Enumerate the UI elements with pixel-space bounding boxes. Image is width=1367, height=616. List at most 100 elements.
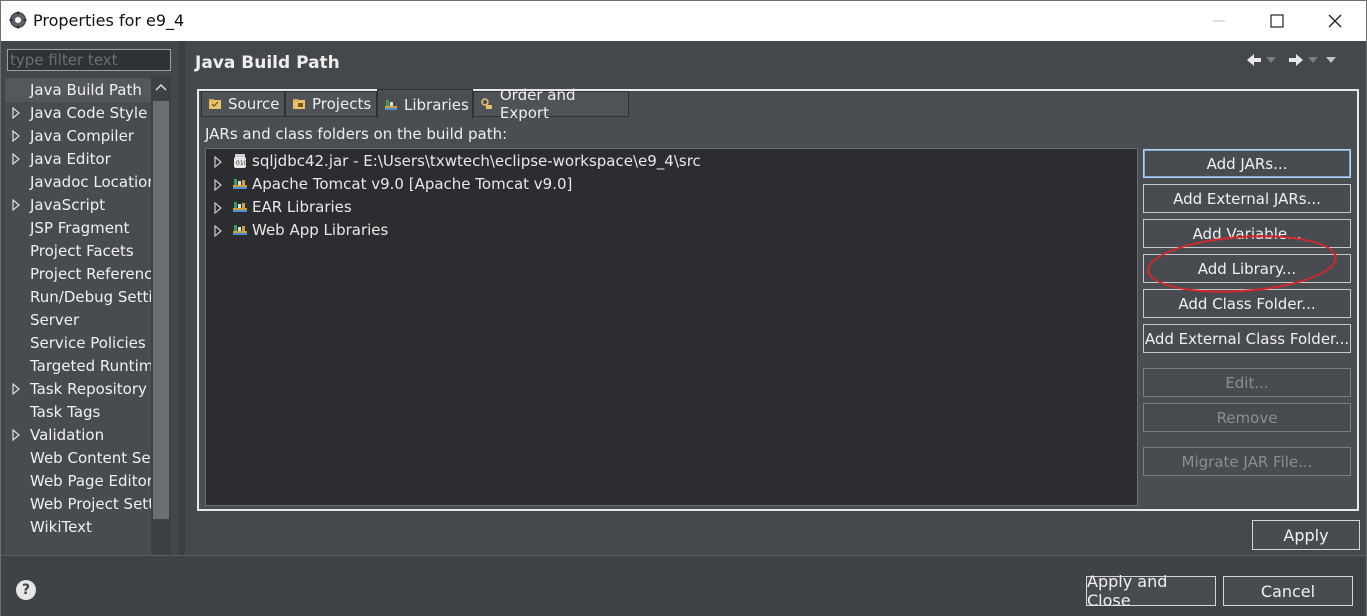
sidebar-item[interactable]: Web Page Editor <box>5 470 151 493</box>
add-external-class-folder-button[interactable]: Add External Class Folder... <box>1143 324 1351 353</box>
scroll-thumb[interactable] <box>153 101 169 519</box>
library-label: sqljdbc42.jar - E:\Users\txwtech\eclipse… <box>252 152 701 170</box>
gear-app-icon <box>9 11 27 29</box>
library-icon <box>233 179 247 189</box>
maximize-button[interactable] <box>1248 1 1306 41</box>
minimize-button[interactable] <box>1190 1 1248 41</box>
expand-arrow-icon[interactable] <box>12 130 20 142</box>
sidebar-item[interactable]: Server <box>5 309 151 332</box>
close-icon <box>1328 14 1342 28</box>
build-path-library-tree[interactable]: 010 sqljdbc42.jar - E:\Users\txwtech\ecli… <box>205 148 1138 506</box>
sidebar-item-label: Server <box>30 311 80 329</box>
remove-button[interactable]: Remove <box>1143 403 1351 432</box>
dropdown-arrow-icon[interactable] <box>1308 57 1318 63</box>
add-jars-button[interactable]: Add JARs... <box>1143 149 1351 178</box>
sidebar-item[interactable]: Project References <box>5 263 151 286</box>
cancel-button[interactable]: Cancel <box>1223 576 1353 606</box>
dropdown-arrow-icon[interactable] <box>1266 57 1276 63</box>
library-row[interactable]: EAR Libraries <box>206 196 1136 219</box>
filter-input[interactable]: type filter text <box>7 49 171 71</box>
add-variable-button[interactable]: Add Variable... <box>1143 219 1351 248</box>
sidebar-item-label: Web Project Settings <box>30 495 151 513</box>
properties-dialog: Properties for e9_4 type filter text Jav… <box>0 0 1367 616</box>
back-arrow-icon[interactable] <box>1246 53 1262 67</box>
sidebar-item[interactable]: Task Repository <box>5 378 151 401</box>
sidebar-item[interactable]: Validation <box>5 424 151 447</box>
close-button[interactable] <box>1306 1 1364 41</box>
window-title: Properties for e9_4 <box>33 11 185 30</box>
tab-libraries[interactable]: Libraries <box>377 89 473 119</box>
sidebar-item[interactable]: Java Build Path <box>5 79 151 102</box>
chevron-up-icon[interactable] <box>155 83 167 91</box>
preference-sidebar: type filter text Java Build Path Java Cod… <box>1 41 179 593</box>
source-folder-icon <box>209 99 221 109</box>
maximize-icon <box>1270 14 1284 28</box>
projects-icon <box>293 99 305 109</box>
sidebar-item-label: Targeted Runtimes <box>30 357 151 375</box>
tab-source[interactable]: Source <box>201 91 285 117</box>
expand-arrow-icon[interactable] <box>12 199 20 211</box>
help-icon[interactable]: ? <box>16 580 36 600</box>
sidebar-item[interactable]: Run/Debug Settings <box>5 286 151 309</box>
sidebar-item-label: Task Tags <box>30 403 101 421</box>
expand-arrow-icon[interactable] <box>12 383 20 395</box>
libraries-icon <box>385 99 397 110</box>
library-label: Web App Libraries <box>252 221 389 239</box>
sidebar-item[interactable]: Project Facets <box>5 240 151 263</box>
sidebar-item-label: Project References <box>30 265 151 283</box>
apply-and-close-button[interactable]: Apply and Close <box>1086 572 1216 610</box>
jar-icon: 010 <box>234 154 248 168</box>
edit-button[interactable]: Edit... <box>1143 368 1351 397</box>
add-external-jars-button[interactable]: Add External JARs... <box>1143 184 1351 213</box>
sidebar-item-label: Java Build Path <box>30 81 142 99</box>
add-library-button[interactable]: Add Library... <box>1143 254 1351 283</box>
title-bar: Properties for e9_4 <box>1 1 1366 41</box>
sidebar-item[interactable]: WikiText <box>5 516 151 539</box>
tab-label: Libraries <box>404 95 469 114</box>
migrate-jar-button[interactable]: Migrate JAR File... <box>1143 447 1351 476</box>
libraries-caption: JARs and class folders on the build path… <box>205 125 508 143</box>
sidebar-item[interactable]: Targeted Runtimes <box>5 355 151 378</box>
history-navigation <box>1246 53 1356 69</box>
library-row[interactable]: Apache Tomcat v9.0 [Apache Tomcat v9.0] <box>206 173 1136 196</box>
order-export-icon <box>481 98 492 109</box>
library-icon <box>233 202 247 212</box>
add-class-folder-button[interactable]: Add Class Folder... <box>1143 289 1351 318</box>
sidebar-item[interactable]: Javadoc Location <box>5 171 151 194</box>
preference-tree: Java Build Path Java Code Style Java Compi… <box>5 77 151 573</box>
expand-arrow-icon[interactable] <box>214 225 222 237</box>
expand-arrow-icon[interactable] <box>214 202 222 214</box>
expand-arrow-icon[interactable] <box>12 107 20 119</box>
view-menu-icon[interactable] <box>1326 57 1336 63</box>
library-row[interactable]: Web App Libraries <box>206 219 1136 242</box>
tab-label: Order and Export <box>499 86 576 122</box>
tab-projects[interactable]: Projects <box>285 91 377 117</box>
expand-arrow-icon[interactable] <box>214 179 222 191</box>
sidebar-item[interactable]: JavaScript <box>5 194 151 217</box>
expand-arrow-icon[interactable] <box>12 153 20 165</box>
sidebar-item[interactable]: Java Editor <box>5 148 151 171</box>
sidebar-item[interactable]: Web Project Settings <box>5 493 151 516</box>
tab-label: Source <box>228 95 280 113</box>
sidebar-item-label: JSP Fragment <box>30 219 130 237</box>
sidebar-item[interactable]: Task Tags <box>5 401 151 424</box>
sidebar-vertical-scrollbar[interactable] <box>151 77 171 573</box>
expand-arrow-icon[interactable] <box>214 156 222 168</box>
sidebar-item[interactable]: JSP Fragment <box>5 217 151 240</box>
tab-order-and-export[interactable]: Order and Export <box>473 86 629 122</box>
sidebar-item-label: Project Facets <box>30 242 134 260</box>
library-row[interactable]: 010 sqljdbc42.jar - E:\Users\txwtech\ecli… <box>206 150 1136 173</box>
sidebar-item-label: Web Content Settings <box>30 449 151 467</box>
sidebar-item[interactable]: Java Compiler <box>5 125 151 148</box>
sidebar-item[interactable]: Web Content Settings <box>5 447 151 470</box>
forward-arrow-icon[interactable] <box>1288 53 1304 67</box>
apply-button[interactable]: Apply <box>1252 520 1360 550</box>
sidebar-item[interactable]: Service Policies <box>5 332 151 355</box>
expand-arrow-icon[interactable] <box>12 429 20 441</box>
sidebar-item[interactable]: Java Code Style <box>5 102 151 125</box>
minimize-icon <box>1213 20 1225 22</box>
dialog-footer: ? Apply and Close Cancel <box>1 555 1366 616</box>
sidebar-item-label: Validation <box>30 426 105 444</box>
sidebar-item-label: JavaScript <box>30 196 106 214</box>
library-icon <box>233 225 247 235</box>
